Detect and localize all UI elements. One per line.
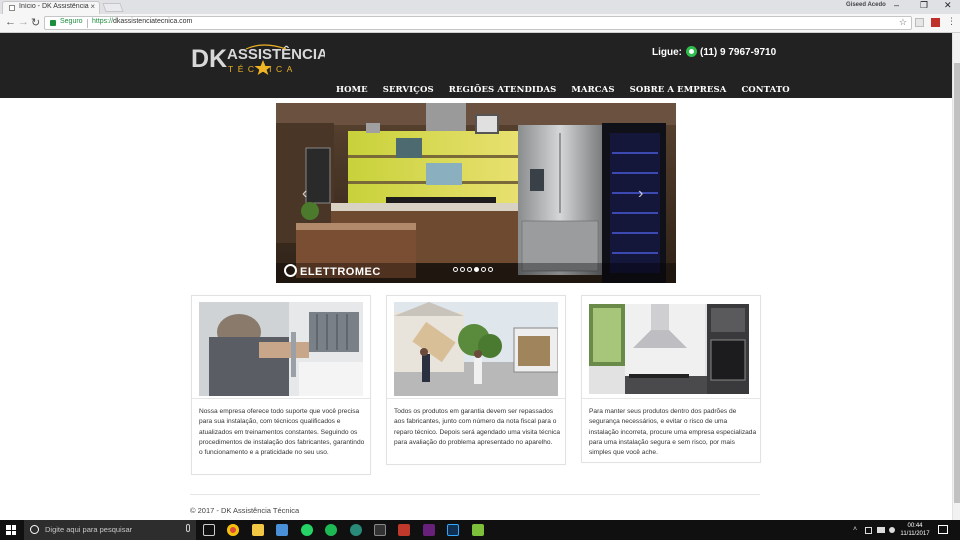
taskbar-search-placeholder: Digite aqui para pesquisar [45,525,133,534]
site-footer: © 2017 - DK Assistência Técnica [190,506,300,515]
cast-extension-icon[interactable] [915,18,924,27]
battery-icon[interactable] [877,527,885,533]
nav-sobre-a-empresa[interactable]: SOBRE A EMPRESA [630,85,727,95]
carousel-prev-icon[interactable]: ‹ [302,185,307,203]
elettromec-mark-icon [284,264,297,277]
spotify-icon[interactable] [325,524,337,536]
notepad-icon[interactable] [472,524,484,536]
phone-contact[interactable]: Ligue: (11) 9 7967-9710 [652,46,776,58]
range-hood-photo [589,304,749,394]
url-protocol: https:// [92,18,114,25]
footer-divider [190,494,760,495]
whatsapp-app-icon[interactable] [301,524,313,536]
taskbar-search-box[interactable]: Digite aqui para pesquisar [24,520,196,540]
card-divider [387,398,565,399]
card-divider [582,398,760,399]
phone-label: Ligue: [652,47,682,58]
feature-card-warranty: Todos os produtos em garantia devem ser … [386,295,566,465]
feature-card-safety: Para manter seus produtos dentro dos pad… [581,295,761,463]
task-view-icon[interactable] [203,524,215,536]
store-icon[interactable] [276,524,288,536]
nav-contato[interactable]: CONTATO [741,85,789,95]
nav-home[interactable]: HOME [336,85,368,95]
card-text: Nossa empresa oferece todo suporte que v… [199,408,365,457]
media-app-icon[interactable] [398,524,410,536]
logo-line1-text: ASSISTÊNCIA [227,45,325,63]
pdf-extension-icon[interactable] [931,18,940,27]
site-header: DK ASSISTÊNCIA TÉCNICA Ligue: (11) 9 7967… [0,33,952,98]
phone-number: (11) 9 7967-9710 [700,47,777,58]
visual-studio-icon[interactable] [423,524,435,536]
browser-tab-strip: Início - DK Assistência Té × Giseed Aced… [0,0,960,14]
tab-close-icon[interactable]: × [90,2,95,11]
feature-card-installation: Nossa empresa oferece todo suporte que v… [191,295,371,475]
maximize-icon[interactable]: ❐ [920,0,928,11]
nav-servicos[interactable]: SERVIÇOS [383,85,434,95]
microphone-icon[interactable] [186,524,190,532]
main-nav: HOME SERVIÇOS REGIÕES ATENDIDAS MARCAS SOBRE… [336,79,805,97]
hero-carousel[interactable]: ‹ › ELETTROMEC [276,103,676,283]
clock-date: 11/11/2017 [900,531,930,537]
card-divider [192,398,370,399]
carousel-next-icon[interactable]: › [638,185,643,203]
profile-name[interactable]: Giseed Acedo [846,2,886,8]
nav-regioes-atendidas[interactable]: REGIÕES ATENDIDAS [449,85,557,95]
address-separator [87,19,88,28]
secure-label: Seguro [60,18,83,25]
technician-photo [199,302,363,396]
chrome-icon[interactable] [227,524,239,536]
file-explorer-icon[interactable] [252,524,264,536]
close-window-icon[interactable]: ✕ [944,0,952,11]
photoshop-icon[interactable] [447,524,459,536]
logo-dk-text: DK [191,45,227,73]
lock-icon [50,20,56,26]
url-host: dkassistenciatecnica.com [113,18,193,25]
card-text: Todos os produtos em garantia devem ser … [394,408,561,446]
notification-icon[interactable] [938,525,948,534]
carousel-indicators [453,259,495,277]
terminal-icon[interactable] [374,524,386,536]
windows-start-icon[interactable] [6,525,16,535]
tray-expand-icon[interactable]: ˄ [853,526,857,533]
delivery-photo [394,302,558,396]
network-icon[interactable] [865,527,872,534]
site-logo[interactable]: DK ASSISTÊNCIA TÉCNICA [190,43,325,75]
bookmark-star-icon[interactable]: ☆ [899,17,907,28]
new-tab-button[interactable] [102,3,124,12]
card-text: Para manter seus produtos dentro dos pad… [589,408,757,457]
taskbar-clock[interactable]: 00:44 11/11/2017 [898,522,932,538]
back-icon[interactable]: ← [5,16,16,28]
browser-toolbar: ← → ↻ Seguro https://dkassistenciatecnic… [0,14,960,33]
page-scrollbar[interactable] [952,33,960,520]
kitchen-photo [276,103,676,283]
forward-icon[interactable]: → [18,16,29,28]
scrollbar-thumb[interactable] [954,63,960,503]
reload-icon[interactable]: ↻ [31,16,40,29]
address-bar[interactable]: Seguro https://dkassistenciatecnica.com … [44,16,912,30]
nav-marcas[interactable]: MARCAS [571,85,614,95]
carousel-dot[interactable] [481,267,486,272]
volume-icon[interactable] [889,527,895,533]
minimize-icon[interactable]: – [894,0,899,10]
windows-taskbar: Digite aqui para pesquisar ˄ 00:44 11/11… [0,520,960,540]
url-text[interactable]: https://dkassistenciatecnica.com [92,18,192,25]
carousel-dot[interactable] [467,267,472,272]
carousel-dot[interactable] [488,267,493,272]
page-favicon-icon [9,5,15,11]
slide-brand-logo: ELETTROMEC [284,264,381,278]
slide-brand-text: ELETTROMEC [300,266,381,278]
carousel-dot[interactable] [460,267,465,272]
clock-time: 00:44 [907,523,923,529]
tab-title: Início - DK Assistência Té [19,3,89,10]
carousel-dot[interactable] [474,267,479,272]
carousel-dot[interactable] [453,267,458,272]
menu-dots-icon[interactable]: ⋮ [947,16,956,26]
cortana-icon [30,525,39,534]
whatsapp-icon [686,46,697,57]
app-icon[interactable] [350,524,362,536]
browser-tab[interactable]: Início - DK Assistência Té × [2,1,100,14]
